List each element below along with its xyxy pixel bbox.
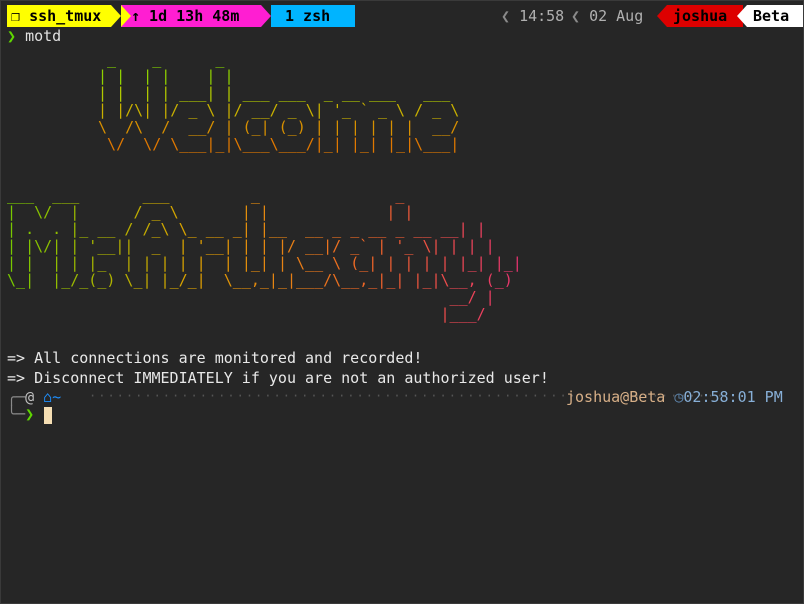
host-segment: Beta bbox=[747, 5, 803, 27]
session-name: ssh_tmux bbox=[29, 7, 102, 25]
hostname-banner-line: | . . |_ __ / /_\ \_ __ _| |__ __ _ _ __… bbox=[7, 220, 486, 238]
hostname-banner-line: ___ ___ ___ _ _ bbox=[7, 186, 405, 204]
welcome-banner-line: | | | | | | bbox=[98, 67, 234, 85]
hostname-banner-line: __/ | bbox=[449, 288, 495, 306]
hostname-banner-line: | \/ | / _ \ | | | | bbox=[7, 203, 414, 221]
date-segment: ❮ 02 Aug bbox=[571, 7, 644, 25]
user-host-text: joshua@Beta bbox=[566, 388, 666, 406]
hostname-banner-line: |___/ bbox=[440, 305, 486, 323]
welcome-banner: _ _ _ | | | | | | | | | | ___| | ___ ___… bbox=[89, 51, 459, 153]
user-text: joshua bbox=[673, 7, 728, 25]
prompt-symbol-icon: ❯ bbox=[25, 405, 35, 423]
user-segment: joshua bbox=[667, 5, 743, 27]
uptime-text: ↑ 1d 13h 48m bbox=[131, 7, 240, 25]
debian-swirl-icon: @ bbox=[25, 388, 35, 406]
tmux-status-bar: ❐ ssh_tmux ↑ 1d 13h 48m 1 zsh ❮ 14:58 ❮ … bbox=[1, 5, 803, 27]
text-cursor[interactable] bbox=[44, 407, 52, 424]
welcome-banner-line: \ /\ / __/ | (_| (_) | | | | | | __/ bbox=[98, 118, 460, 136]
hostname-banner: ___ ___ ___ _ _ | \/ | / _ \ | | | | | .… bbox=[7, 187, 522, 323]
hostname-art-text: ___ ___ ___ _ _ | \/ | / _ \ | | | | | .… bbox=[7, 187, 522, 323]
date-text: 02 Aug bbox=[589, 7, 644, 25]
square-icon: ❐ bbox=[11, 7, 21, 25]
cwd-text: ~ bbox=[52, 388, 62, 406]
session-segment: ❐ ssh_tmux bbox=[7, 5, 111, 27]
prompt-time: 02:58:01 PM bbox=[683, 388, 783, 406]
host-text: Beta bbox=[753, 7, 790, 25]
time-text: 14:58 bbox=[519, 7, 565, 25]
prompt-second-line: ╰─❯ bbox=[7, 405, 35, 423]
window-label: 1 zsh bbox=[285, 7, 331, 25]
hostname-banner-line: | |\/| | '__|| _ | '__| | | |/ __|/ _` |… bbox=[7, 237, 495, 255]
welcome-banner-line: _ _ _ bbox=[107, 50, 225, 68]
monitor-message: => All connections are monitored and rec… bbox=[7, 349, 423, 367]
prompt-chevron-icon: ❯ bbox=[7, 27, 17, 45]
welcome-banner-line: | | | | ___| | ___ ___ _ __ ___ ___ bbox=[98, 84, 451, 102]
welcome-banner-line: \/ \/ \___|_|\___\___/|_| |_| |_|\___| bbox=[89, 135, 460, 153]
hostname-banner-line: \_| |_/_(_) \_| |_/_| \__,_|_|___/\__,_|… bbox=[7, 271, 513, 289]
home-icon: ⌂ bbox=[43, 388, 53, 406]
terminal-window[interactable]: ❐ ssh_tmux ↑ 1d 13h 48m 1 zsh ❮ 14:58 ❮ … bbox=[0, 0, 804, 604]
command-text: motd bbox=[25, 27, 62, 45]
prompt-right: joshua@Beta ◷02:58:01 PM bbox=[566, 388, 783, 407]
time-segment: ❮ 14:58 bbox=[501, 7, 565, 25]
disconnect-message: => Disconnect IMMEDIATELY if you are not… bbox=[7, 369, 549, 387]
hostname-banner-line: | | | | |_ | | | | | | |_| | \__ \ (_| |… bbox=[7, 254, 522, 272]
uptime-segment: ↑ 1d 13h 48m bbox=[121, 5, 261, 27]
welcome-banner-line: | |/\| |/ _ \ |/ __/ _ \| '_ ` _ \ / _ \ bbox=[98, 101, 460, 119]
command-line: ❯ motd bbox=[7, 27, 61, 46]
